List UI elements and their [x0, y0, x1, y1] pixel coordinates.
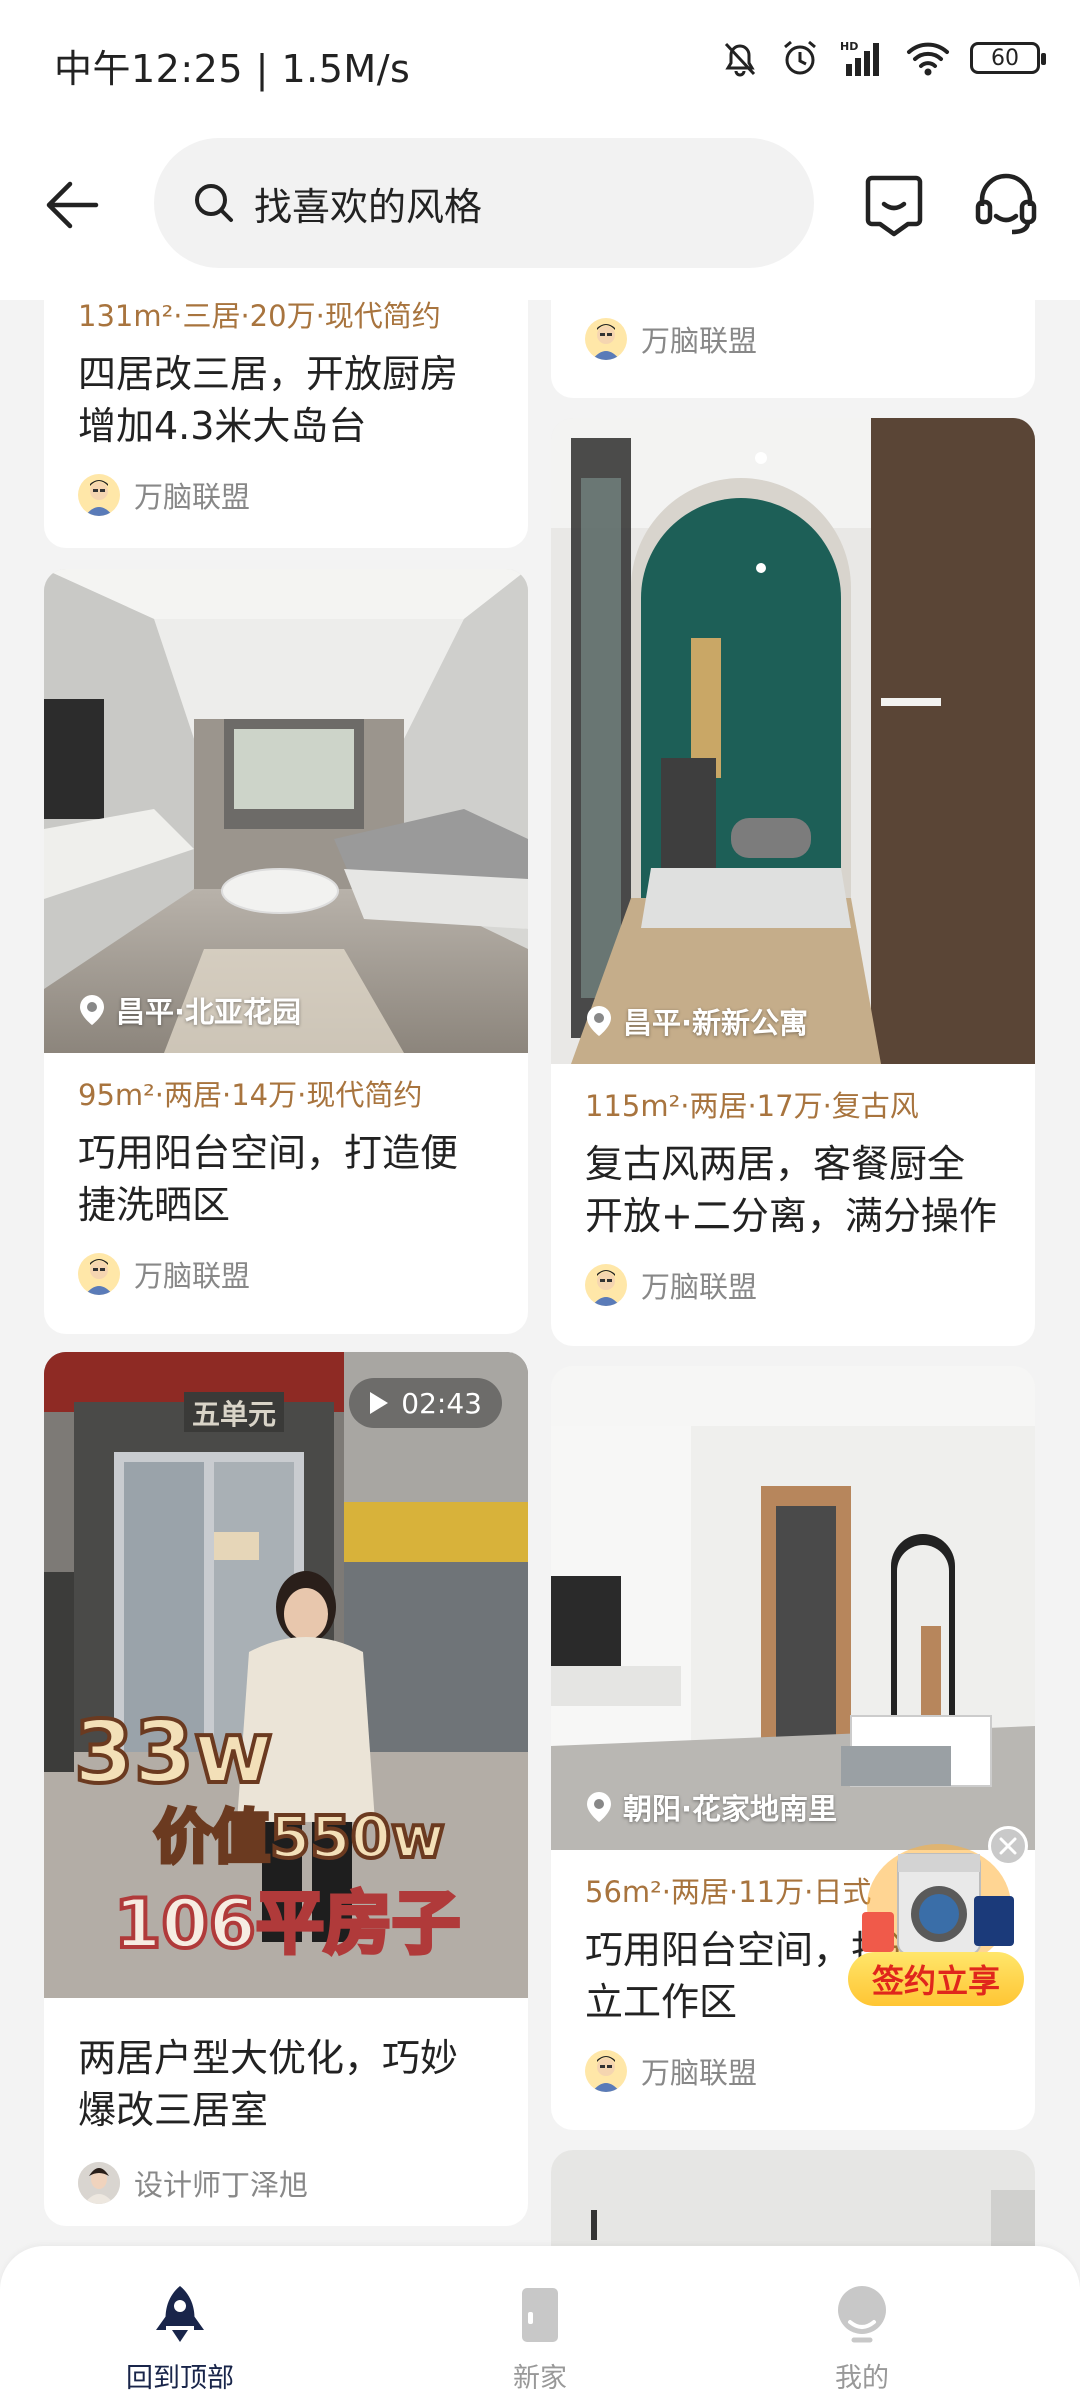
card-author[interactable]: 万脑联盟	[585, 2048, 1001, 2094]
card-title: 两居户型大优化，巧妙爆改三居室	[78, 2036, 459, 2132]
author-avatar	[585, 318, 627, 360]
card-tags: 95m²·两居·14万·现代简约	[78, 1078, 423, 1112]
card-author[interactable]: 万脑联盟	[78, 1251, 494, 1297]
case-card[interactable]: 131m²·三居·20万·现代简约 四居改三居，开放厨房增加4.3米大岛台 万脑…	[44, 300, 528, 548]
author-avatar	[585, 1264, 627, 1306]
case-video-cover: 五单元 33w 价值550w 106平房子 02:43	[44, 1352, 528, 1998]
nav-back-to-top[interactable]: 回到顶部	[80, 2246, 280, 2400]
card-title: 巧用阳台空间，打造便捷洗晒区	[78, 1131, 459, 1227]
search-input[interactable]: 找喜欢的风格	[154, 138, 814, 268]
case-card[interactable]	[551, 2150, 1035, 2246]
case-photo: 昌平·北亚花园	[44, 569, 528, 1053]
designer-avatar-icon	[85, 1259, 113, 1295]
nav-new-home[interactable]: 新家	[440, 2246, 640, 2400]
author-name: 万脑联盟	[134, 480, 251, 514]
location-pin-icon	[587, 1792, 611, 1822]
entryway-photo	[551, 418, 1035, 1064]
designer-photo-avatar	[78, 2162, 120, 2204]
message-icon	[865, 175, 923, 237]
video-overlay-line: 价值550w	[154, 1803, 445, 1871]
designer-avatar-icon	[592, 2056, 620, 2092]
back-button[interactable]	[40, 170, 110, 240]
headset-icon	[975, 173, 1037, 235]
status-icons: HD 60	[720, 36, 1046, 80]
case-card[interactable]: 昌平·新新公寓 115m²·两居·17万·复古风 复古风两居，客餐厨全开放+二分…	[551, 418, 1035, 1346]
living-room-white-photo	[551, 1366, 1035, 1850]
search-placeholder: 找喜欢的风格	[254, 184, 483, 229]
designer-avatar-icon	[592, 1270, 620, 1306]
card-author[interactable]: 万脑联盟	[78, 472, 494, 518]
card-tags: 115m²·两居·17万·复古风	[585, 1089, 919, 1123]
search-icon	[195, 184, 233, 222]
card-title: 复古风两居，客餐厨全开放+二分离，满分操作	[585, 1142, 997, 1238]
card-location: 昌平·北亚花园	[78, 989, 301, 1031]
top-bar: 中午12:25 | 1.5M/s HD 60 找喜欢的风格	[0, 0, 1080, 300]
promo-label: 签约立享	[848, 1952, 1024, 2006]
case-card-video[interactable]: 五单元 33w 价值550w 106平房子 02:43 两居户型大优化，巧妙爆改…	[44, 1352, 528, 2226]
location-text: 昌平·新新公寓	[623, 1006, 809, 1040]
nav-label: 新家	[513, 2363, 567, 2394]
status-time: 中午12:25 | 1.5M/s	[54, 47, 411, 91]
card-author[interactable]: 万脑联盟	[585, 316, 1001, 362]
case-card[interactable]: 朝阳·花家地南里 56m²·两居·11万·日式 巧用阳台空间，打造独立工作区 万…	[551, 1366, 1035, 2130]
video-overlay-line: 33w	[74, 1703, 273, 1803]
signal-icon: HD	[840, 40, 879, 76]
message-button[interactable]	[860, 170, 928, 238]
location-text: 朝阳·花家地南里	[623, 1792, 838, 1826]
nav-label: 回到顶部	[126, 2363, 234, 2394]
card-title: 四居改三居，开放厨房增加4.3米大岛台	[78, 352, 459, 448]
promo-float[interactable]: 签约立享	[848, 1826, 1028, 2006]
author-name: 设计师丁泽旭	[134, 2168, 309, 2202]
play-icon	[370, 1392, 389, 1414]
video-duration-badge: 02:43	[349, 1378, 502, 1428]
author-avatar	[78, 474, 120, 516]
designer-avatar-icon	[592, 324, 620, 360]
mute-bell-icon	[724, 42, 756, 77]
case-card[interactable]: 万脑联盟	[551, 300, 1035, 398]
living-room-photo	[44, 569, 528, 1053]
card-author[interactable]: 万脑联盟	[585, 1262, 1001, 1308]
wifi-icon	[907, 42, 949, 76]
location-pin-icon	[80, 995, 104, 1025]
profile-icon	[838, 2286, 886, 2343]
author-name: 万脑联盟	[641, 324, 758, 358]
battery-indicator: 60	[970, 42, 1046, 74]
case-photo: 昌平·新新公寓	[551, 418, 1035, 1064]
author-avatar	[78, 2162, 120, 2204]
rocket-icon	[156, 2286, 204, 2342]
bottom-navigation: 回到顶部 新家 我的	[0, 2246, 1080, 2400]
back-arrow-icon	[46, 181, 99, 229]
svg-text:HD: HD	[840, 40, 858, 53]
card-location: 昌平·新新公寓	[585, 1000, 808, 1042]
case-photo: 朝阳·花家地南里	[551, 1366, 1035, 1850]
customer-service-button[interactable]	[970, 168, 1042, 240]
author-name: 万脑联盟	[641, 2056, 758, 2090]
video-duration: 02:43	[401, 1386, 482, 1420]
case-photo	[551, 2150, 1035, 2246]
case-card[interactable]: 昌平·北亚花园 95m²·两居·14万·现代简约 巧用阳台空间，打造便捷洗晒区 …	[44, 569, 528, 1334]
author-name: 万脑联盟	[134, 1259, 251, 1293]
author-avatar	[78, 1253, 120, 1295]
author-avatar	[585, 2050, 627, 2092]
card-author[interactable]: 设计师丁泽旭	[78, 2160, 494, 2206]
nav-mine[interactable]: 我的	[762, 2246, 962, 2400]
card-tags: 131m²·三居·20万·现代简约	[78, 300, 441, 333]
close-icon	[999, 1837, 1017, 1855]
alarm-icon	[784, 40, 816, 75]
building-sign: 五单元	[192, 1398, 276, 1431]
nav-label: 我的	[835, 2363, 889, 2394]
video-cover-photo: 五单元 33w 价值550w 106平房子	[44, 1352, 528, 1998]
author-name: 万脑联盟	[641, 1270, 758, 1304]
promo-close-button[interactable]	[988, 1826, 1028, 1866]
door-icon	[522, 2288, 558, 2342]
card-location: 朝阳·花家地南里	[585, 1786, 837, 1828]
video-overlay-line: 106平房子	[114, 1885, 460, 1964]
designer-avatar-icon	[85, 480, 113, 516]
location-text: 昌平·北亚花园	[116, 995, 302, 1029]
location-pin-icon	[587, 1006, 611, 1036]
